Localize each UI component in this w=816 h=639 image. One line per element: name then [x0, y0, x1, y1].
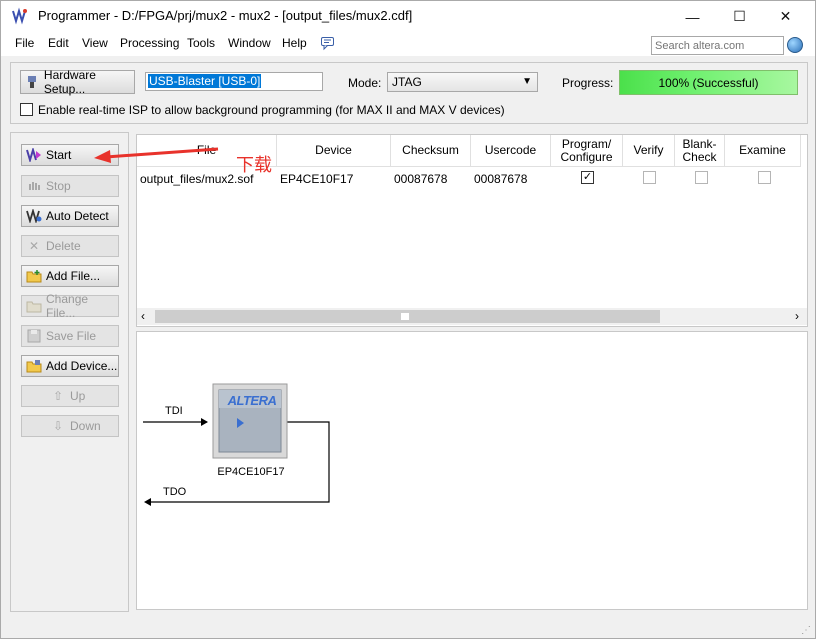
menu-window[interactable]: Window	[228, 36, 271, 50]
up-label: Up	[70, 389, 86, 403]
add-device-label: Add Device...	[46, 359, 118, 373]
chip-device-name[interactable]: EP4CE10F17	[211, 466, 291, 478]
hardware-setup-label: Hardware Setup...	[43, 68, 96, 96]
status-bar: ⋰	[1, 612, 815, 638]
program-header-line2: Configure	[560, 149, 613, 164]
scroll-right-icon[interactable]: ›	[795, 309, 799, 323]
up-button[interactable]: ⇧ Up	[21, 385, 119, 407]
column-header-verify[interactable]: Verify	[623, 135, 675, 167]
down-label: Down	[70, 419, 101, 433]
column-header-examine[interactable]: Examine	[725, 135, 801, 167]
column-header-checksum[interactable]: Checksum	[391, 135, 471, 167]
search-input[interactable]	[651, 36, 784, 55]
change-file-label: Change File...	[46, 292, 89, 320]
cell-checksum: 00087678	[394, 172, 448, 186]
save-file-label: Save File	[46, 329, 97, 343]
folder-icon	[26, 268, 42, 284]
isp-label: Enable real-time ISP to allow background…	[38, 103, 505, 117]
column-header-device[interactable]: Device	[277, 135, 391, 167]
tdo-label: TDO	[163, 486, 187, 498]
add-file-label: Add File...	[46, 269, 101, 283]
chevron-down-icon: ▼	[522, 76, 532, 87]
arrow-down-icon: ⇩	[52, 419, 64, 433]
blank-header-line2: Check	[682, 149, 717, 164]
progress-label: Progress:	[562, 76, 614, 90]
delete-icon: ✕	[28, 239, 40, 253]
minimize-button[interactable]: —	[670, 1, 715, 32]
column-header-blank-check[interactable]: Blank- Check	[675, 135, 725, 167]
stop-button[interactable]: Stop	[21, 175, 119, 197]
column-header-usercode[interactable]: Usercode	[471, 135, 551, 167]
resize-grip-icon[interactable]: ⋰	[801, 625, 811, 636]
delete-button[interactable]: ✕ Delete	[21, 235, 119, 257]
start-button[interactable]: Start	[21, 144, 119, 166]
auto-detect-button[interactable]: Auto Detect	[21, 205, 119, 227]
change-file-button[interactable]: Change File...	[21, 292, 119, 320]
menu-processing[interactable]: Processing	[120, 36, 179, 50]
start-program-icon	[26, 147, 42, 163]
auto-detect-label: Auto Detect	[46, 209, 109, 223]
scroll-left-icon[interactable]: ‹	[141, 309, 145, 323]
mode-label: Mode:	[348, 76, 382, 90]
hardware-device-field[interactable]: USB-Blaster [USB-0]	[145, 72, 323, 91]
add-device-icon	[26, 358, 42, 374]
jtag-chain-diagram: ALTERA TDI TDO EP4CE10F17	[136, 331, 808, 610]
window-title: Programmer - D:/FPGA/prj/mux2 - mux2 - […	[38, 8, 413, 23]
cell-usercode: 00087678	[474, 172, 528, 186]
add-file-button[interactable]: Add File...	[21, 265, 119, 287]
globe-icon[interactable]	[787, 37, 803, 53]
programmer-app-icon	[12, 7, 27, 25]
scrollbar-thumb[interactable]	[155, 310, 660, 323]
close-button[interactable]: ✕	[763, 1, 808, 32]
start-label: Start	[46, 148, 72, 162]
delete-label: Delete	[46, 239, 81, 253]
add-device-button[interactable]: Add Device...	[21, 355, 119, 377]
menu-tools[interactable]: Tools	[187, 36, 215, 50]
maximize-button[interactable]: ☐	[717, 1, 762, 32]
arrow-up-icon: ⇧	[52, 389, 64, 403]
save-file-button[interactable]: Save File	[21, 325, 119, 347]
blank-check-checkbox[interactable]	[695, 171, 708, 184]
save-icon	[26, 328, 42, 344]
tdo-arrow	[144, 498, 151, 506]
cell-device: EP4CE10F17	[280, 172, 354, 186]
examine-checkbox[interactable]	[758, 171, 771, 184]
hardware-device-value: USB-Blaster [USB-0]	[148, 74, 262, 88]
verify-checkbox[interactable]	[643, 171, 656, 184]
down-button[interactable]: ⇩ Down	[21, 415, 119, 437]
programmer-window: Programmer - D:/FPGA/prj/mux2 - mux2 - […	[0, 0, 816, 639]
annotation-download-text: 下载	[236, 155, 272, 176]
tdi-label: TDI	[165, 405, 183, 417]
program-configure-checkbox[interactable]: ✓	[581, 171, 594, 184]
horizontal-scrollbar[interactable]: ‹ ›	[137, 308, 807, 325]
change-file-icon	[26, 298, 42, 314]
progress-bar: 100% (Successful)	[619, 70, 798, 95]
tdi-arrow	[201, 418, 208, 426]
hardware-setup-button[interactable]: Hardware Setup...	[20, 68, 135, 96]
auto-detect-icon	[26, 208, 42, 224]
altera-logo: ALTERA	[227, 393, 277, 408]
progress-text: 100% (Successful)	[658, 75, 759, 90]
stop-icon	[26, 178, 42, 194]
title-bar: Programmer - D:/FPGA/prj/mux2 - mux2 - […	[1, 1, 815, 32]
stop-label: Stop	[46, 179, 71, 193]
menu-help[interactable]: Help	[282, 36, 307, 50]
menu-view[interactable]: View	[82, 36, 108, 50]
menu-edit[interactable]: Edit	[48, 36, 69, 50]
isp-checkbox[interactable]	[20, 103, 33, 116]
program-header-line1: Program/	[561, 136, 612, 151]
column-header-program-configure[interactable]: Program/ Configure	[551, 135, 623, 167]
blank-header-line1: Blank-	[682, 136, 717, 151]
mode-select[interactable]: JTAG ▼	[387, 72, 538, 92]
help-chat-icon[interactable]	[320, 35, 336, 51]
mode-value: JTAG	[392, 75, 422, 89]
menu-file[interactable]: File	[15, 36, 34, 50]
usb-blaster-icon	[25, 74, 40, 90]
